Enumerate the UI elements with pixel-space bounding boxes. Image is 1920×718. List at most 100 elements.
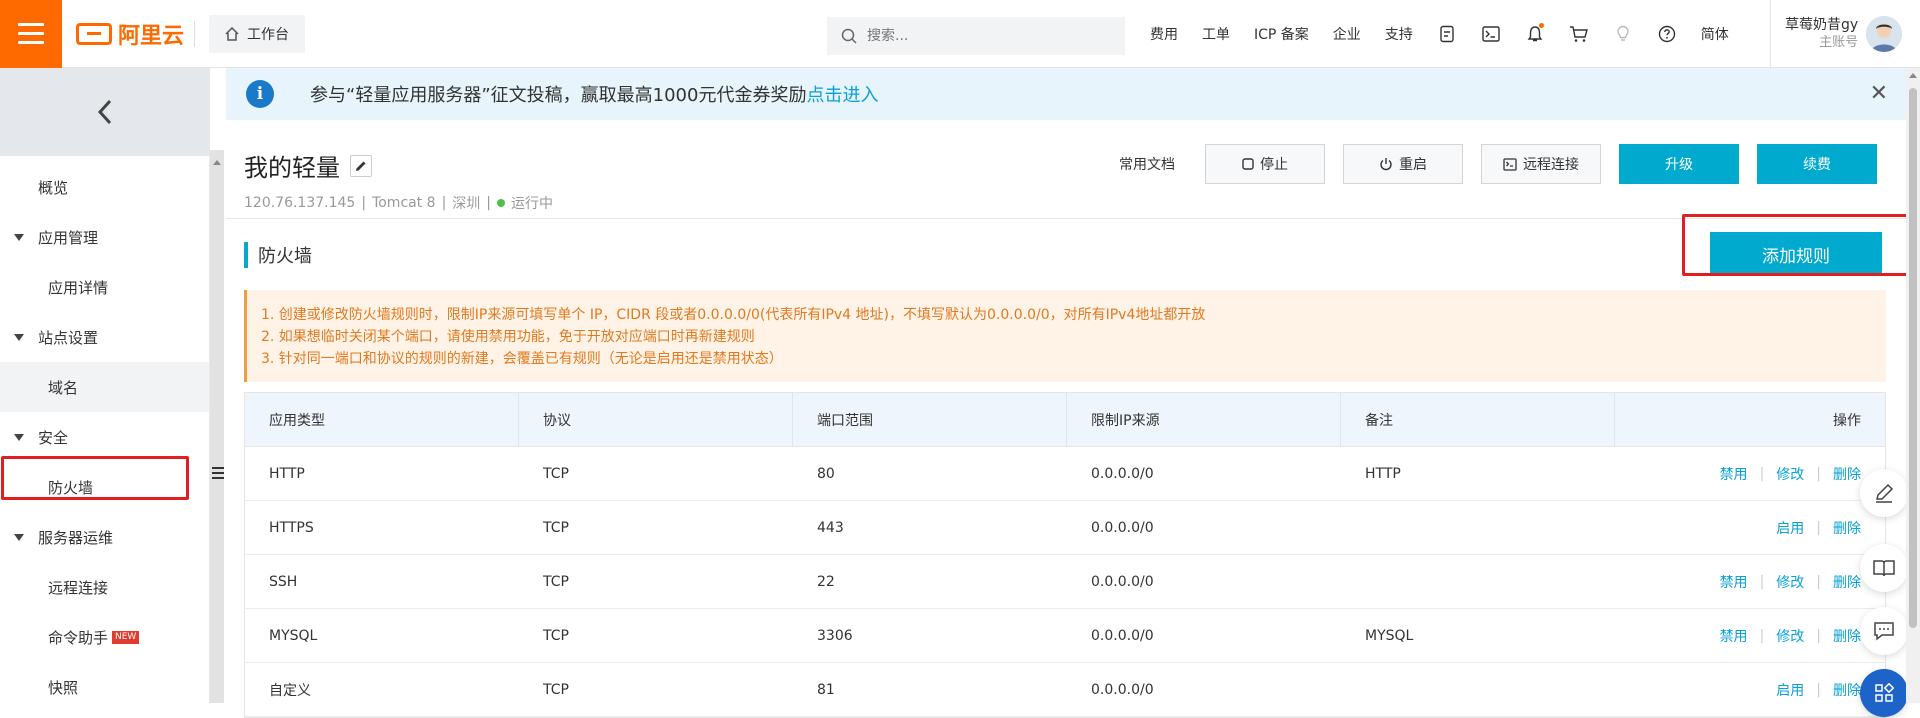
sidebar-item-firewall[interactable]: 防火墙 xyxy=(0,462,209,512)
sidebar-item-remote-connect[interactable]: 远程连接 xyxy=(0,562,209,612)
table-header: 应用类型 协议 端口范围 限制IP来源 备注 操作 xyxy=(245,393,1885,447)
stop-button[interactable]: 停止 xyxy=(1205,144,1325,184)
delete-link[interactable]: 删除 xyxy=(1833,626,1861,646)
collapse-sidebar-button[interactable] xyxy=(0,68,210,156)
pencil-icon xyxy=(356,161,366,171)
account-type: 主账号 xyxy=(1819,35,1859,50)
chat-button[interactable] xyxy=(1860,607,1908,655)
sidebar-group-label: 站点设置 xyxy=(38,328,99,347)
top-nav: 费用 工单 ICP 备案 企业 支持 简体 xyxy=(1150,0,1729,68)
menu-icon[interactable] xyxy=(0,0,62,68)
modify-link[interactable]: 修改 xyxy=(1776,626,1804,646)
tip-line: 2. 如果想临时关闭某个端口，请使用禁用功能，免于开放对应端口时再新建规则 xyxy=(261,329,755,345)
cell-protocol: TCP xyxy=(543,519,569,536)
chat-icon xyxy=(1874,622,1894,641)
apps-button[interactable] xyxy=(1860,669,1908,717)
account-menu[interactable]: 草莓奶昔gy 主账号 xyxy=(1770,0,1903,68)
drag-handle-icon[interactable] xyxy=(212,462,226,484)
language-switch[interactable]: 简体 xyxy=(1701,24,1729,44)
cell-app-type: MYSQL xyxy=(269,627,318,644)
search-input[interactable] xyxy=(867,28,1107,44)
sidebar-group-site-settings[interactable]: 站点设置 xyxy=(0,312,209,362)
firewall-rules-table: 应用类型 协议 端口范围 限制IP来源 备注 操作 HTTP TCP 80 0.… xyxy=(244,392,1886,718)
workbench-button[interactable]: 工作台 xyxy=(209,14,306,53)
search-box[interactable] xyxy=(827,17,1125,55)
sidebar-scrollbar[interactable] xyxy=(210,150,224,703)
table-row: HTTPS TCP 443 0.0.0.0/0 启用 | 删除 xyxy=(245,501,1885,555)
delete-link[interactable]: 删除 xyxy=(1833,518,1861,538)
enable-link[interactable]: 启用 xyxy=(1776,680,1804,700)
cell-ip-source: 0.0.0.0/0 xyxy=(1091,519,1154,536)
delete-link[interactable]: 删除 xyxy=(1833,572,1861,592)
help-icon[interactable] xyxy=(1657,24,1677,44)
edit-name-button[interactable] xyxy=(350,154,372,177)
sidebar-item-label: 远程连接 xyxy=(48,578,109,597)
modify-link[interactable]: 修改 xyxy=(1776,464,1804,484)
pencil-icon xyxy=(1876,483,1894,503)
app-icon[interactable] xyxy=(1437,24,1457,44)
upgrade-button[interactable]: 升级 xyxy=(1619,144,1739,184)
cart-icon[interactable] xyxy=(1569,24,1589,44)
sidebar-item-snapshot[interactable]: 快照 xyxy=(0,662,209,712)
modify-link[interactable]: 修改 xyxy=(1776,572,1804,592)
delete-link[interactable]: 删除 xyxy=(1833,680,1861,700)
avatar[interactable] xyxy=(1866,16,1903,52)
bell-icon[interactable] xyxy=(1525,23,1545,44)
remote-connect-label: 远程连接 xyxy=(1523,157,1579,173)
close-icon[interactable]: ✕ xyxy=(1870,81,1888,106)
status-badge: 运行中 xyxy=(511,196,553,212)
enable-link[interactable]: 启用 xyxy=(1776,518,1804,538)
sidebar-item-overview[interactable]: 概览 xyxy=(0,162,209,212)
delete-link[interactable]: 删除 xyxy=(1833,464,1861,484)
disable-link[interactable]: 禁用 xyxy=(1720,464,1748,484)
nav-fees[interactable]: 费用 xyxy=(1150,24,1178,44)
nav-enterprise[interactable]: 企业 xyxy=(1333,24,1361,44)
feedback-edit-button[interactable] xyxy=(1860,469,1908,517)
sidebar-item-app-details[interactable]: 应用详情 xyxy=(0,262,209,312)
nav-icp[interactable]: ICP 备案 xyxy=(1254,24,1309,44)
sidebar-item-domain[interactable]: 域名 xyxy=(0,362,209,412)
sidebar-group-security[interactable]: 安全 xyxy=(0,412,209,462)
announcement-link[interactable]: 点击进入 xyxy=(806,81,878,107)
sidebar-group-server-ops[interactable]: 服务器运维 xyxy=(0,512,209,562)
aliyun-logo[interactable]: 阿里云 xyxy=(76,18,184,50)
scroll-up-arrow[interactable] xyxy=(213,160,221,165)
disable-link[interactable]: 禁用 xyxy=(1720,572,1748,592)
cell-port: 3306 xyxy=(817,627,853,644)
cell-note: MYSQL xyxy=(1365,627,1414,644)
page-scrollbar[interactable] xyxy=(1906,68,1920,703)
nav-tickets[interactable]: 工单 xyxy=(1202,24,1230,44)
cell-note xyxy=(1341,663,1615,716)
sidebar-group-label: 安全 xyxy=(38,428,69,447)
caret-down-icon xyxy=(14,533,24,541)
scroll-up-arrow[interactable] xyxy=(1909,73,1917,78)
cell-protocol: TCP xyxy=(543,465,569,482)
scrollbar-thumb[interactable] xyxy=(1909,88,1917,628)
cell-note xyxy=(1341,555,1615,608)
lightbulb-icon[interactable] xyxy=(1613,24,1633,44)
column-header: 协议 xyxy=(519,393,793,446)
add-rule-button[interactable]: 添加规则 xyxy=(1710,232,1882,276)
docs-link[interactable]: 常用文档 xyxy=(1119,154,1175,174)
tip-line: 3. 针对同一端口和协议的规则的新建，会覆盖已有规则（无论是启用还是禁用状态） xyxy=(261,351,783,367)
nav-support[interactable]: 支持 xyxy=(1385,24,1413,44)
sidebar-group-app-management[interactable]: 应用管理 xyxy=(0,212,209,262)
sidebar-item-command-assistant[interactable]: 命令助手 NEW xyxy=(0,612,209,662)
cell-app-type: 自定义 xyxy=(269,682,311,699)
cell-port: 80 xyxy=(817,465,835,482)
renew-button[interactable]: 续费 xyxy=(1757,144,1877,184)
terminal-icon[interactable] xyxy=(1481,24,1501,44)
sidebar-item-label: 域名 xyxy=(48,378,79,397)
docs-book-button[interactable] xyxy=(1860,544,1908,592)
disable-link[interactable]: 禁用 xyxy=(1720,626,1748,646)
divider xyxy=(226,218,1906,219)
sidebar-group-label: 服务器运维 xyxy=(38,528,114,547)
table-row: SSH TCP 22 0.0.0.0/0 禁用 | 修改 | 删除 xyxy=(245,555,1885,609)
sidebar-item-label: 应用详情 xyxy=(48,278,109,297)
notification-dot xyxy=(1538,23,1544,28)
cell-actions: 禁用 | 修改 | 删除 xyxy=(1719,572,1861,592)
firewall-tips: 1. 创建或修改防火墙规则时，限制IP来源可填写单个 IP，CIDR 段或者0.… xyxy=(244,290,1886,382)
restart-button[interactable]: 重启 xyxy=(1343,144,1463,184)
remote-connect-button[interactable]: 远程连接 xyxy=(1481,144,1601,184)
cell-actions: 禁用 | 修改 | 删除 xyxy=(1719,626,1861,646)
